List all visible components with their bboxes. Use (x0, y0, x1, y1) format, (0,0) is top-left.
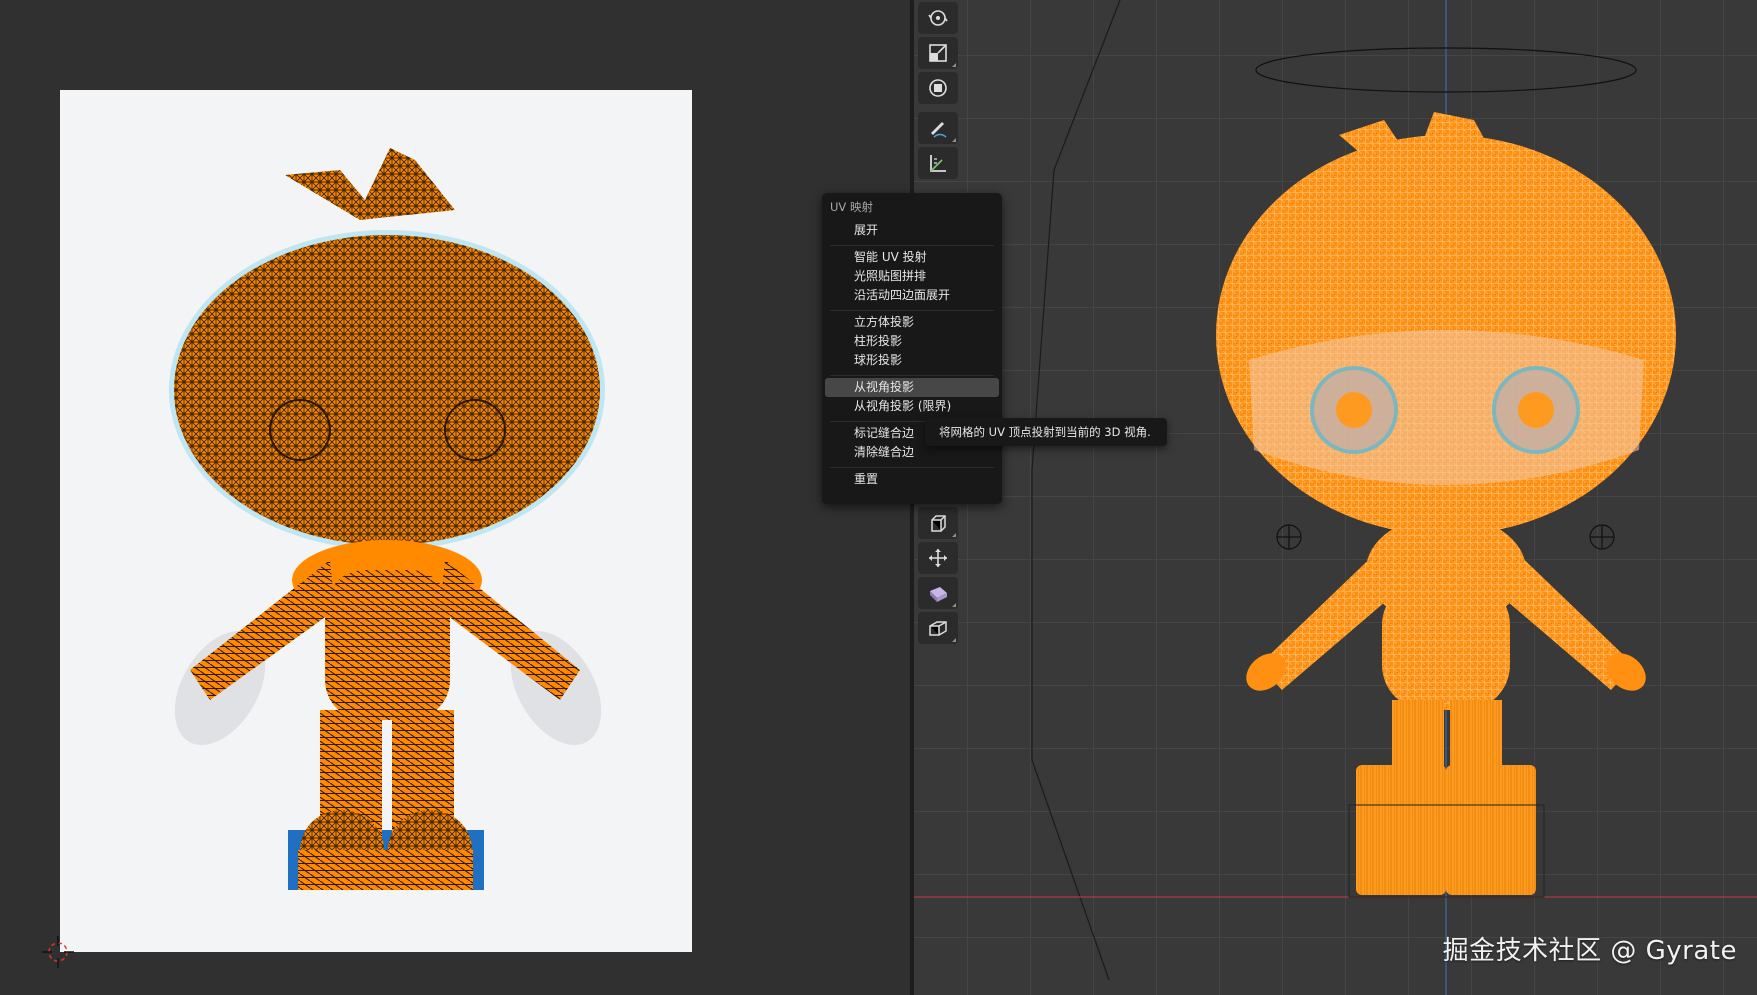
cube-add-icon (929, 621, 947, 636)
menu-item-cube-projection[interactable]: 立方体投影 (825, 313, 999, 332)
uv-texture-image[interactable] (60, 90, 692, 952)
extrude-tool-button[interactable] (918, 507, 958, 539)
extrude-tool-icon (931, 515, 946, 532)
annotate-tool-button[interactable] (918, 112, 958, 144)
measure-tool-button[interactable] (918, 147, 958, 179)
shear-tool-icon (930, 587, 947, 602)
menu-item-lightmap-pack[interactable]: 光照贴图拼排 (825, 267, 999, 286)
menu-item-unwrap[interactable]: 展开 (825, 221, 999, 240)
scale-tool-icon (929, 44, 947, 62)
rotate-tool-icon (928, 10, 948, 26)
2d-cursor-icon[interactable] (42, 936, 74, 968)
cube-add-button[interactable] (918, 612, 958, 644)
menu-item-sphere-projection[interactable]: 球形投影 (825, 351, 999, 370)
watermark: 掘金技术社区 @ Gyrate (1442, 936, 1737, 966)
3d-viewport[interactable] (914, 0, 1757, 995)
menu-separator (830, 245, 994, 246)
viewport-scene (914, 0, 1757, 995)
uv-layout-mesh (169, 148, 605, 890)
menu-item-project-from-view[interactable]: 从视角投影 (825, 378, 999, 397)
uv-mapping-menu: UV 映射 展开 智能 UV 投射 光照贴图拼排 沿活动四边面展开 立方体投影 … (822, 193, 1002, 504)
menu-separator (830, 375, 994, 376)
menu-item-cylinder-projection[interactable]: 柱形投影 (825, 332, 999, 351)
move-gizmo-icon (929, 549, 947, 567)
move-gizmo-button[interactable] (918, 542, 958, 574)
annotate-tool-icon (931, 122, 947, 138)
transform-tool-icon (929, 79, 947, 97)
menu-item-project-from-view-bounds[interactable]: 从视角投影 (限界) (825, 397, 999, 416)
scale-tool-button[interactable] (918, 37, 958, 69)
transform-tool-button[interactable] (918, 72, 958, 104)
menu-separator (830, 467, 994, 468)
tooltip: 将网格的 UV 顶点投射到当前的 3D 视角. (925, 418, 1167, 446)
shear-tool-button[interactable] (918, 577, 958, 609)
menu-item-reset[interactable]: 重置 (825, 470, 999, 489)
menu-item-smart-uv-project[interactable]: 智能 UV 投射 (825, 248, 999, 267)
measure-tool-icon (930, 155, 946, 172)
menu-separator (830, 310, 994, 311)
rotate-tool-button[interactable] (918, 2, 958, 34)
uv-editor[interactable] (0, 0, 910, 995)
menu-item-follow-active-quads[interactable]: 沿活动四边面展开 (825, 286, 999, 305)
menu-title: UV 映射 (830, 200, 873, 214)
